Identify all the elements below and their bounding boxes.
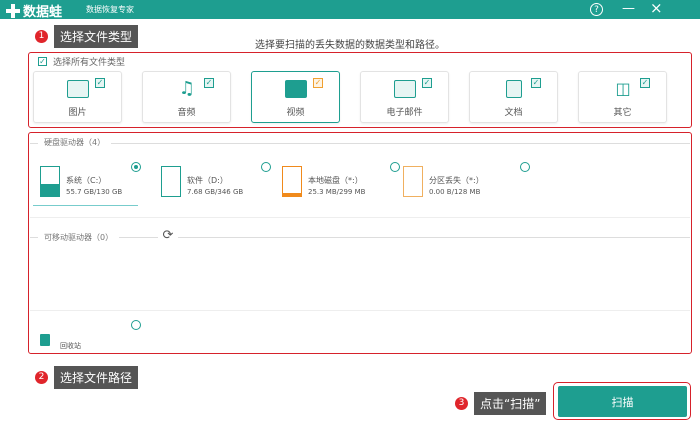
drive-size: 0.00 B/128 MB xyxy=(429,188,481,196)
app-subtitle: 数据恢复专家 xyxy=(86,5,134,14)
checkbox-icon[interactable]: ✓ xyxy=(313,78,323,88)
refresh-icon[interactable]: ⟳ xyxy=(158,228,178,246)
envelope-icon xyxy=(394,80,416,98)
checkbox-icon[interactable]: ✓ xyxy=(95,78,105,88)
grid-icon: ◫ xyxy=(615,79,631,98)
logo-cross-icon xyxy=(6,4,20,18)
app-logo: 数据蛙 xyxy=(6,1,62,20)
film-icon xyxy=(285,80,307,98)
step-label: 点击“扫描” xyxy=(474,392,547,415)
file-type-video[interactable]: ✓ 视频 xyxy=(251,71,340,123)
select-all-label: 选择所有文件类型 xyxy=(53,58,126,68)
checkbox-icon[interactable]: ✓ xyxy=(422,78,432,88)
checkbox-icon: ✓ xyxy=(38,57,47,66)
close-button[interactable]: × xyxy=(650,0,663,17)
drive-size: 7.68 GB/346 GB xyxy=(187,188,244,196)
selected-underline xyxy=(33,205,138,206)
drive-name: 软件（D:） xyxy=(187,176,228,185)
file-type-images[interactable]: ✓ 图片 xyxy=(33,71,122,123)
document-icon xyxy=(506,80,522,98)
drive-d[interactable]: 软件（D:） 7.68 GB/346 GB xyxy=(161,166,271,206)
file-type-other[interactable]: ◫ ✓ 其它 xyxy=(578,71,667,123)
drive-size: 55.7 GB/130 GB xyxy=(66,188,123,196)
removable-drives-title: 可移动驱动器（0） xyxy=(38,232,120,243)
drive-lost-radio[interactable] xyxy=(520,162,530,172)
recycle-bin-icon[interactable] xyxy=(40,334,50,346)
drive-c-radio[interactable] xyxy=(131,162,141,172)
drive-d-radio[interactable] xyxy=(261,162,271,172)
music-icon: ♫ xyxy=(178,78,196,99)
drive-name: 本地磁盘（*:） xyxy=(308,176,363,185)
divider xyxy=(30,310,690,311)
divider xyxy=(30,143,690,144)
file-type-label: 文档 xyxy=(504,108,523,118)
page-heading: 选择要扫描的丢失数据的数据类型和路径。 xyxy=(255,40,445,51)
hard-drives-title: 硬盘驱动器（4） xyxy=(38,137,112,148)
divider xyxy=(30,217,690,218)
callout-step-2: 2 选择文件路径 xyxy=(35,366,139,389)
drive-lost-partition[interactable]: 分区丢失（*:） 0.00 B/128 MB xyxy=(403,166,513,206)
callout-step-3: 3 点击“扫描” xyxy=(455,392,547,415)
drive-size: 25.3 MB/299 MB xyxy=(308,188,366,196)
recycle-bin-label: 回收站 xyxy=(60,342,81,350)
app-name: 数据蛙 xyxy=(23,5,63,20)
drive-c[interactable]: 系统（C:） 55.7 GB/130 GB xyxy=(40,166,150,206)
checkbox-icon[interactable]: ✓ xyxy=(640,78,650,88)
file-type-label: 图片 xyxy=(68,108,87,118)
recycle-bin-radio[interactable] xyxy=(131,320,141,330)
file-type-label: 音频 xyxy=(177,108,196,118)
file-type-audio[interactable]: ♫ ✓ 音频 xyxy=(142,71,231,123)
scan-button[interactable]: 扫描 xyxy=(558,386,687,417)
file-type-email[interactable]: ✓ 电子邮件 xyxy=(360,71,449,123)
drive-local[interactable]: 本地磁盘（*:） 25.3 MB/299 MB xyxy=(282,166,392,206)
image-icon xyxy=(67,80,89,98)
step-badge: 3 xyxy=(455,397,468,410)
drive-local-radio[interactable] xyxy=(390,162,400,172)
drive-name: 系统（C:） xyxy=(66,176,107,185)
title-bar: 数据蛙 数据恢复专家 ? — × xyxy=(0,0,700,20)
drive-name: 分区丢失（*:） xyxy=(429,176,484,185)
help-button[interactable]: ? xyxy=(590,3,603,16)
file-type-label: 视频 xyxy=(286,108,305,118)
step-label: 选择文件路径 xyxy=(54,366,139,389)
select-all-checkbox[interactable]: ✓ 选择所有文件类型 xyxy=(38,55,125,68)
file-type-documents[interactable]: ✓ 文档 xyxy=(469,71,558,123)
file-type-label: 电子邮件 xyxy=(386,108,423,118)
checkbox-icon[interactable]: ✓ xyxy=(531,78,541,88)
step-badge: 2 xyxy=(35,371,48,384)
minimize-button[interactable]: — xyxy=(622,1,635,16)
divider xyxy=(30,237,690,238)
checkbox-icon[interactable]: ✓ xyxy=(204,78,214,88)
file-type-label: 其它 xyxy=(613,108,632,118)
